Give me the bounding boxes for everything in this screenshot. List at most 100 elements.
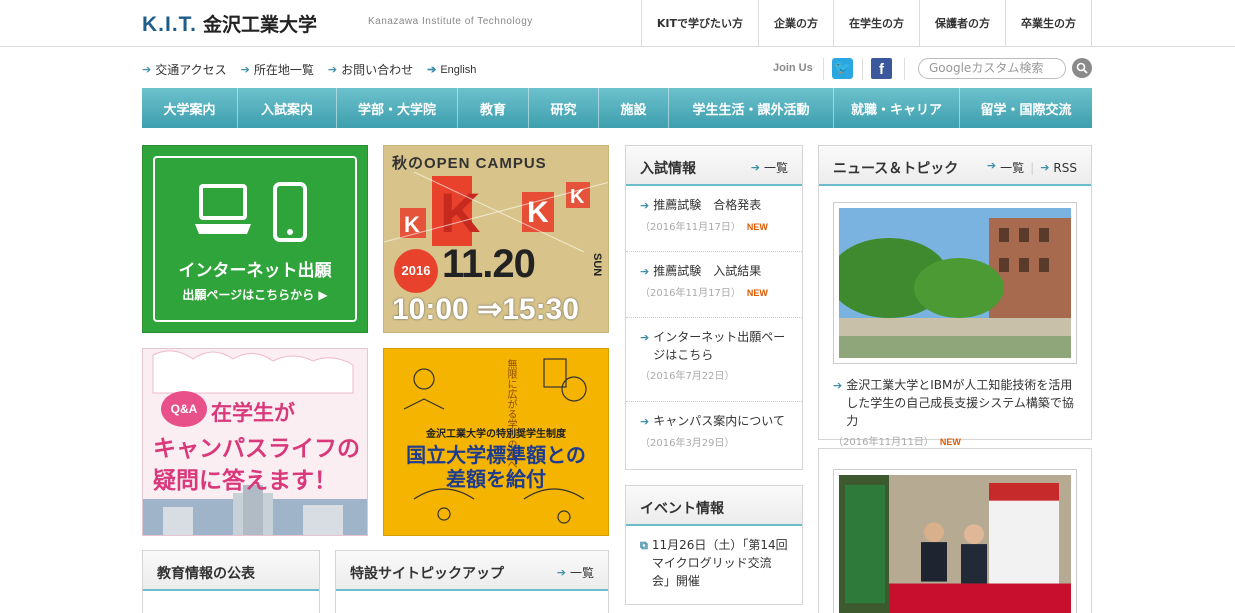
- nav-student-life[interactable]: 学生生活・課外活動: [669, 88, 834, 128]
- scholarship-banner[interactable]: 無限に広がる学びの宝へ 金沢工業大学の特別奨学生制度 国立大学標準額との 差額を…: [383, 348, 609, 536]
- nav-international[interactable]: 留学・国際交流: [960, 88, 1092, 128]
- audience-nav-students[interactable]: 在学生の方: [834, 0, 920, 46]
- open-campus-banner[interactable]: K K K K 秋のOPEN CAMPUS 2016 11.20 SUN 10:…: [383, 145, 609, 333]
- list-item[interactable]: ➔ 推薦試験 合格発表 （2016年11月17日） NEW: [626, 186, 802, 252]
- divider: [862, 58, 863, 80]
- nav-career[interactable]: 就職・キャリア: [834, 88, 960, 128]
- more-label: 一覧: [1000, 161, 1025, 175]
- join-us-label: Join Us: [773, 62, 813, 74]
- nav-faculties[interactable]: 学部・大学院: [337, 88, 458, 128]
- english-link[interactable]: ➔ English: [427, 61, 476, 78]
- open-campus-time: 10:00 ⇒15:30: [392, 293, 579, 326]
- utility-links: ➔ 交通アクセス ➔ 所在地一覧 ➔ お問い合わせ ➔ English: [142, 61, 476, 78]
- list-item-title: 推薦試験 入試結果: [653, 264, 762, 278]
- signing-photo: [839, 475, 1071, 613]
- divider: [823, 58, 824, 80]
- contact-label: お問い合わせ: [341, 63, 414, 77]
- nav-about[interactable]: 大学案内: [142, 88, 238, 128]
- news-photo[interactable]: [829, 202, 1077, 364]
- arrow-icon: ➔: [240, 63, 250, 76]
- audience-nav-prospective[interactable]: KITで学びたい方: [642, 0, 759, 46]
- arrow-icon: ➔: [640, 415, 650, 428]
- laptop-icon: [195, 184, 251, 234]
- search-icon: [1076, 62, 1088, 74]
- campus-life-qa-banner[interactable]: Q&A 在学生が キャンパスライフの 疑問に答えます！: [142, 348, 368, 536]
- svg-text:K: K: [440, 181, 480, 244]
- audience-nav-companies[interactable]: 企業の方: [759, 0, 834, 46]
- open-campus-graphic: K K K K: [384, 172, 608, 252]
- list-item[interactable]: ➔ インターネット出願ページはこちら （2016年7月22日）: [626, 318, 802, 402]
- english-label: English: [440, 63, 477, 76]
- search-button[interactable]: [1072, 58, 1092, 78]
- open-campus-date: 11.20: [442, 242, 536, 286]
- new-badge: NEW: [746, 288, 768, 298]
- admissions-panel-title: 入試情報: [640, 161, 696, 177]
- events-panel-header: イベント情報: [626, 486, 802, 526]
- news-more-links: ➔ 一覧 | ➔ RSS: [987, 159, 1077, 176]
- access-link[interactable]: ➔ 交通アクセス: [142, 61, 227, 78]
- admissions-more-link[interactable]: ➔ 一覧: [751, 159, 788, 176]
- search-input[interactable]: Googleカスタム検索: [918, 58, 1066, 79]
- contact-link[interactable]: ➔ お問い合わせ: [328, 61, 413, 78]
- divider: |: [1030, 160, 1035, 175]
- list-item-date: （2016年11月17日）: [640, 222, 741, 233]
- internet-application-banner[interactable]: インターネット出願 出願ページはこちらから ▶: [142, 145, 368, 333]
- nav-facilities[interactable]: 施設: [599, 88, 669, 128]
- internet-banner-title: インターネット出願: [178, 261, 332, 281]
- list-item[interactable]: ➔ 金沢工業大学とIBMが人工知能技術を活用した学生の自己成長支援システム構築で協…: [819, 364, 1091, 458]
- arrow-icon: ➔: [986, 159, 997, 172]
- list-item[interactable]: ➔ キャンパス案内について （2016年3月29日）: [626, 402, 802, 459]
- audience-nav-parents[interactable]: 保護者の方: [920, 0, 1006, 46]
- list-item-title: キャンパス案内について: [653, 414, 785, 428]
- arrow-icon: ➔: [750, 161, 760, 174]
- news-panel: ニュース＆トピック ➔ 一覧 | ➔ RSS ➔ 金沢工業大学とIBMが人工知能技術を…: [818, 145, 1092, 448]
- twitter-icon[interactable]: 🐦: [832, 58, 853, 79]
- nav-education[interactable]: 教育: [458, 88, 529, 128]
- news-panel-title: ニュース＆トピック: [833, 161, 959, 177]
- events-panel-title: イベント情報: [640, 501, 724, 517]
- list-item[interactable]: ➔ 推薦試験 入試結果 （2016年11月17日） NEW: [626, 252, 802, 318]
- arrow-icon: ➔: [640, 265, 650, 278]
- arrow-icon: ➔: [327, 63, 338, 76]
- special-site-more-link[interactable]: ➔ 一覧: [557, 564, 594, 581]
- arrow-icon: ➔: [556, 566, 566, 579]
- access-label: 交通アクセス: [155, 63, 227, 77]
- arrow-icon: ➔: [640, 199, 650, 212]
- more-label: 一覧: [763, 161, 788, 175]
- campus-photo: [829, 208, 1071, 358]
- scholarship-subtitle: 金沢工業大学の特別奨学生制度: [426, 429, 566, 440]
- news-card-2: [818, 448, 1092, 613]
- qa-banner-line1: 在学生が: [211, 401, 295, 425]
- open-campus-year: 2016: [394, 249, 438, 293]
- list-item-title: インターネット出願ページはこちら: [653, 330, 786, 362]
- arrow-icon: ➔: [142, 63, 152, 76]
- window-icon: ⧉: [640, 539, 648, 552]
- list-item-title: 推薦試験 合格発表: [653, 198, 762, 212]
- site-tagline: Kanazawa Institute of Technology: [368, 16, 533, 27]
- site-logo[interactable]: K.I.T. 金沢工業大学: [142, 10, 317, 37]
- qa-badge: Q&A: [161, 391, 207, 427]
- site-header: K.I.T. 金沢工業大学 Kanazawa Institute of Tech…: [0, 0, 1235, 47]
- special-site-title: 特設サイトピックアップ: [350, 566, 504, 582]
- special-site-header: 特設サイトピックアップ ➔ 一覧: [336, 551, 608, 591]
- news-photo[interactable]: [833, 469, 1077, 613]
- facebook-icon[interactable]: f: [871, 58, 892, 79]
- divider: [904, 58, 905, 80]
- list-item-date: （2016年11月17日）: [640, 288, 741, 299]
- nav-admissions[interactable]: 入試案内: [238, 88, 337, 128]
- list-item-date: （2016年7月22日）: [640, 371, 735, 382]
- main-nav: 大学案内 入試案内 学部・大学院 教育 研究 施設 学生生活・課外活動 就職・キ…: [142, 88, 1092, 128]
- scholarship-title-line2: 差額を給付: [446, 467, 546, 491]
- rss-link[interactable]: ➔ RSS: [1040, 161, 1077, 175]
- admissions-panel-header: 入試情報 ➔ 一覧: [626, 146, 802, 186]
- news-list-link[interactable]: ➔ 一覧: [987, 159, 1024, 176]
- qa-banner-line2: キャンパスライフの: [153, 436, 360, 462]
- list-item[interactable]: ⧉ 11月26日（土）「第14回マイクログリッド交流会」開催: [626, 526, 802, 600]
- list-item-date: （2016年3月29日）: [640, 438, 735, 449]
- locations-link[interactable]: ➔ 所在地一覧: [241, 61, 314, 78]
- logo-university-name: 金沢工業大学: [203, 14, 318, 36]
- smartphone-icon: [273, 182, 307, 242]
- arrow-icon: ➔: [833, 379, 843, 392]
- nav-research[interactable]: 研究: [529, 88, 599, 128]
- audience-nav-alumni[interactable]: 卒業生の方: [1006, 0, 1092, 46]
